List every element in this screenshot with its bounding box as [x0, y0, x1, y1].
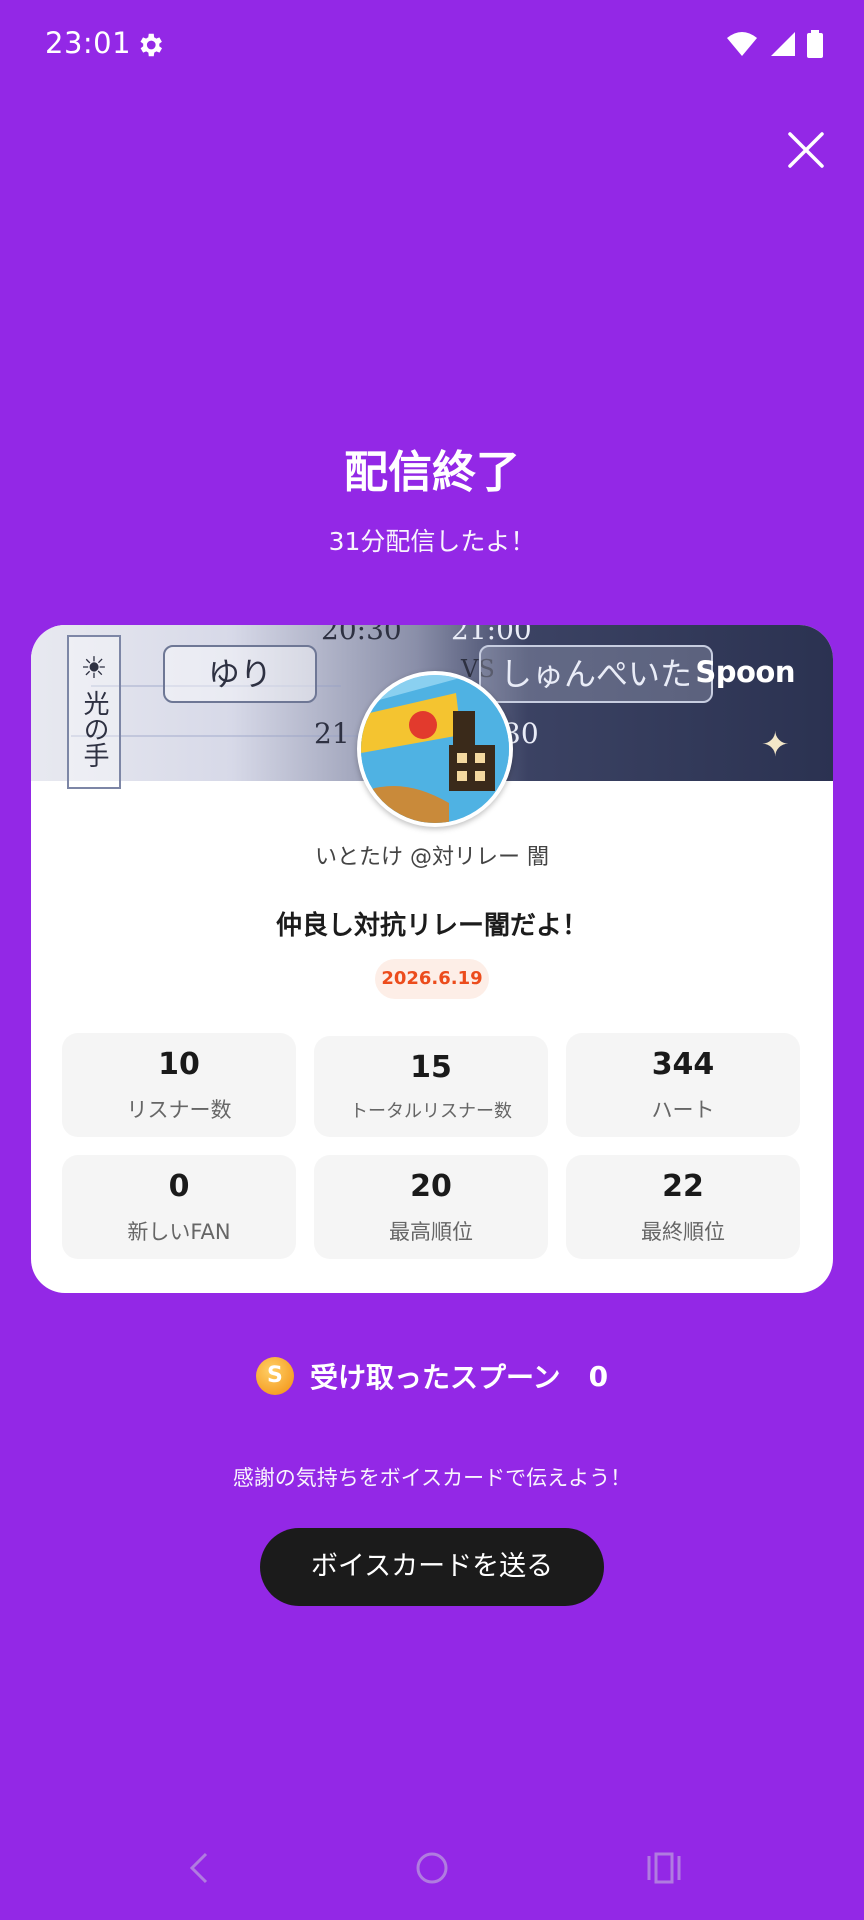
received-spoons-label: 受け取ったスプーン [309, 1361, 561, 1394]
banner-time-mid: 21 [314, 717, 350, 750]
stat-highest-rank: 20 最高順位 [314, 1155, 548, 1259]
broadcaster-name: いとたけ @対リレー 闇 [315, 845, 549, 870]
stat-label: 新しいFAN [127, 1220, 231, 1244]
page-title: 配信終了 [344, 447, 520, 498]
status-icons [726, 30, 824, 58]
banner-time-end: 21:00 [451, 625, 532, 646]
banner-time-start: 20:30 [321, 625, 402, 646]
stat-value: 22 [662, 1169, 704, 1204]
received-spoons-count: 0 [588, 1359, 609, 1393]
stat-value: 0 [168, 1169, 190, 1204]
banner-side-text: 光の手 [79, 690, 109, 768]
stat-label: トータルリスナー数 [350, 1101, 512, 1122]
stat-value: 344 [651, 1047, 715, 1082]
stat-total-listeners: 15 トータルリスナー数 [314, 1036, 548, 1137]
thanks-message: 感謝の気持ちをボイスカードで伝えよう！ [232, 1466, 632, 1490]
send-voice-card-button[interactable]: ボイスカードを送る [260, 1528, 604, 1606]
stat-listeners: 10 リスナー数 [62, 1033, 296, 1137]
stat-label: ハート [651, 1098, 715, 1122]
banner-name-right: しゅんぺいた [479, 645, 713, 703]
back-icon[interactable] [184, 1848, 214, 1888]
stat-value: 10 [158, 1047, 200, 1082]
sun-icon: ☀ [80, 651, 108, 686]
stat-value: 15 [410, 1050, 452, 1085]
close-icon[interactable] [784, 128, 828, 172]
avatar-image [361, 675, 509, 823]
stat-label: リスナー数 [126, 1098, 232, 1122]
sparkle-icon: ✦ [761, 725, 790, 765]
stat-label: 最高順位 [389, 1220, 473, 1244]
stat-label: 最終順位 [641, 1220, 725, 1244]
battery-icon [807, 30, 823, 58]
broadcast-date-badge: 2026.6.19 [375, 959, 489, 999]
stat-final-rank: 22 最終順位 [566, 1155, 800, 1259]
cellular-signal-icon [771, 32, 795, 56]
stat-hearts: 344 ハート [566, 1033, 800, 1137]
stat-new-fans: 0 新しいFAN [62, 1155, 296, 1259]
stat-value: 20 [410, 1169, 452, 1204]
broadcast-duration: 31分配信したよ！ [328, 527, 536, 556]
settings-gear-icon [140, 33, 162, 57]
spoon-logo: Spoon [695, 655, 795, 689]
received-spoons: S 受け取ったスプーン 0 [0, 1356, 864, 1396]
banner-side-panel: ☀ 光の手 [67, 635, 121, 789]
recents-icon[interactable] [646, 1848, 682, 1888]
spoon-coin-icon: S [255, 1357, 294, 1395]
system-nav-bar [0, 1848, 864, 1898]
broadcast-title: 仲良し対抗リレー闇だよ！ [275, 911, 588, 941]
banner-name-left: ゆり [163, 645, 317, 703]
home-icon[interactable] [414, 1848, 450, 1888]
status-time: 23:01 [45, 26, 132, 60]
wifi-icon [727, 32, 757, 56]
broadcast-summary-card: ☀ 光の手 20:30 21:00 ゆり VS しゅんぺいた 21 30 ✦ S… [31, 625, 833, 1293]
avatar[interactable] [357, 671, 513, 827]
